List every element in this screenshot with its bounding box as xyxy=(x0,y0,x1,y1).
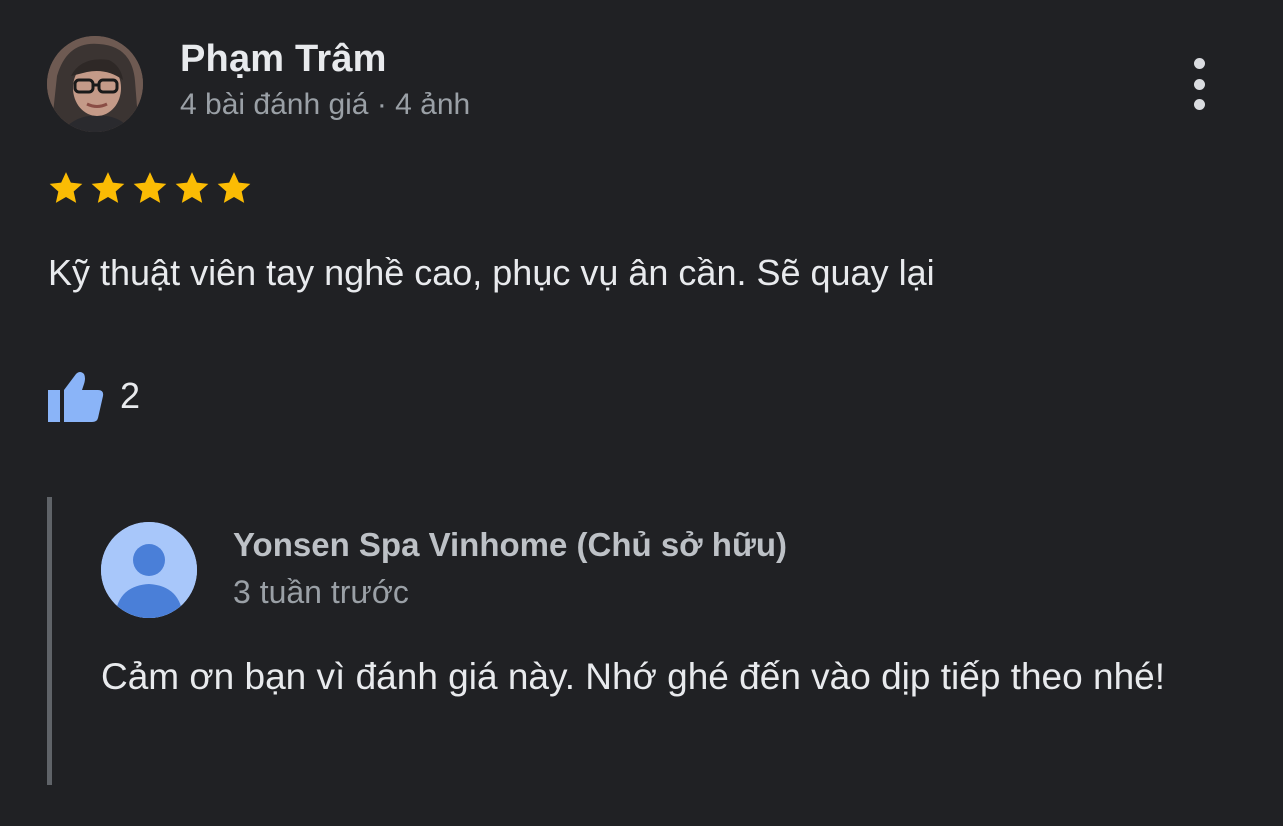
reviewer-name[interactable]: Phạm Trâm xyxy=(180,38,387,81)
owner-avatar[interactable] xyxy=(101,522,197,618)
more-options-dot xyxy=(1193,99,1205,110)
owner-reply-time: 3 tuần trước xyxy=(233,574,409,610)
star-icon xyxy=(88,168,128,208)
star-icon xyxy=(46,168,86,208)
more-options-dot xyxy=(1193,78,1205,90)
owner-reply-text: Cảm ơn bạn vì đánh giá này. Nhớ ghé đến … xyxy=(101,656,1166,697)
thumbs-up-icon xyxy=(46,368,106,424)
review-card: Phạm Trâm 4 bài đánh giá · 4 ảnh Kỹ thuậ… xyxy=(0,0,1283,826)
reviewer-avatar[interactable] xyxy=(47,36,143,132)
star-icon xyxy=(130,168,170,208)
reviewer-meta: 4 bài đánh giá · 4 ảnh xyxy=(180,88,471,121)
more-options-button[interactable] xyxy=(1176,52,1222,116)
review-text: Kỹ thuật viên tay nghề cao, phục vụ ân c… xyxy=(48,252,935,293)
more-options-icon xyxy=(1193,58,1205,69)
like-count: 2 xyxy=(120,375,141,416)
star-icon xyxy=(172,168,212,208)
like-button[interactable]: 2 xyxy=(46,368,140,424)
star-icon xyxy=(214,168,254,208)
reply-divider xyxy=(47,497,52,785)
owner-name: Yonsen Spa Vinhome (Chủ sở hữu) xyxy=(233,526,788,563)
star-rating xyxy=(46,168,254,208)
